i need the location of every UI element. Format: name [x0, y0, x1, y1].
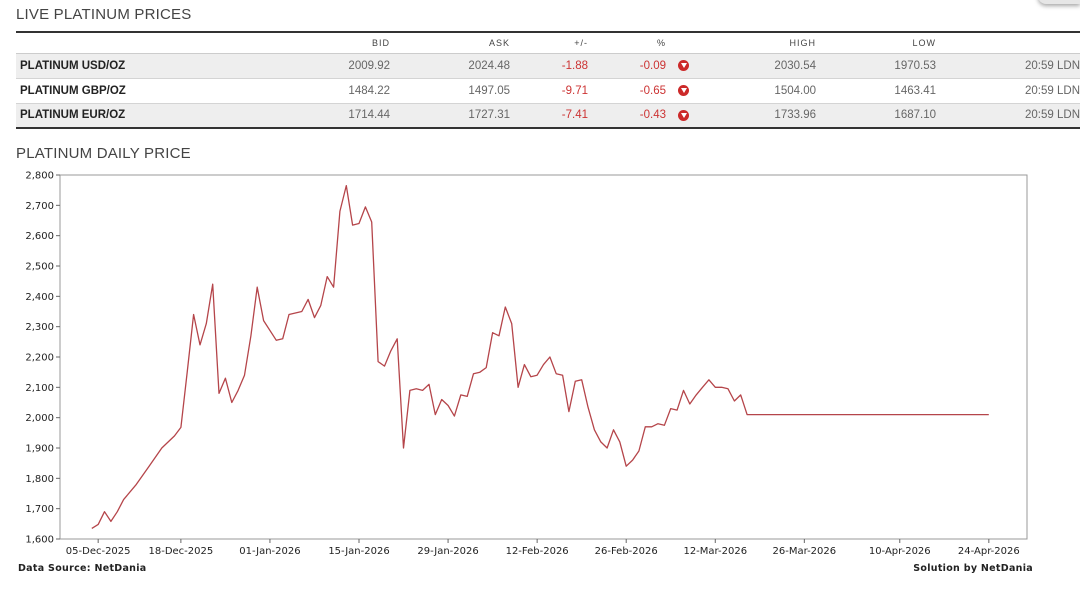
y-tick-label: 1,700	[25, 504, 54, 515]
low-value: 1687.10	[822, 102, 942, 128]
y-tick-label: 2,600	[25, 231, 54, 242]
pct-value: -0.43	[594, 102, 672, 128]
table-row[interactable]: PLATINUM EUR/OZ 1714.44 1727.31 -7.41 -0…	[16, 102, 1080, 128]
high-value: 1733.96	[712, 102, 822, 128]
x-tick-label: 24-Apr-2026	[958, 546, 1020, 557]
y-tick-label: 2,700	[25, 201, 54, 212]
low-value: 1463.41	[822, 77, 942, 103]
table-row[interactable]: PLATINUM GBP/OZ 1484.22 1497.05 -9.71 -0…	[16, 77, 1080, 103]
data-source-label: Data Source: NetDania	[18, 563, 147, 574]
x-tick-label: 26-Mar-2026	[773, 546, 837, 557]
solution-credit-label: Solution by NetDania	[913, 563, 1033, 574]
instrument-name[interactable]: PLATINUM EUR/OZ	[16, 102, 236, 128]
y-tick-label: 2,100	[25, 383, 54, 394]
change-value: -1.88	[516, 52, 594, 78]
ask-value: 1497.05	[396, 77, 516, 103]
y-tick-label: 2,300	[25, 322, 54, 333]
time-value: 20:59 LDN	[942, 52, 1080, 78]
daily-price-title: PLATINUM DAILY PRICE	[16, 145, 191, 162]
y-tick-label: 2,500	[25, 262, 54, 273]
instrument-name[interactable]: PLATINUM USD/OZ	[16, 52, 236, 78]
col-header-high: HIGH	[712, 32, 822, 54]
x-tick-label: 05-Dec-2025	[66, 546, 131, 557]
x-tick-label: 12-Feb-2026	[506, 546, 569, 557]
y-tick-label: 2,200	[25, 353, 54, 364]
col-header-change: +/-	[516, 32, 594, 54]
ask-value: 2024.48	[396, 52, 516, 78]
chart-svg[interactable]: 1,600 1,700 1,800 1,900 2,000 2,100 2,200 2,300…	[0, 165, 1080, 560]
bid-value: 2009.92	[236, 52, 396, 78]
col-header-time	[942, 32, 1080, 54]
bid-value: 1714.44	[236, 102, 396, 128]
down-arrow-icon	[678, 109, 689, 121]
y-tick-label: 1,900	[25, 444, 54, 455]
y-tick-label: 1,800	[25, 474, 54, 485]
instrument-name[interactable]: PLATINUM GBP/OZ	[16, 77, 236, 103]
x-tick-label: 15-Jan-2026	[328, 546, 389, 557]
low-value: 1970.53	[822, 52, 942, 78]
live-prices-title: LIVE PLATINUM PRICES	[16, 6, 192, 23]
top-right-overlay	[1038, 0, 1080, 4]
high-value: 1504.00	[712, 77, 822, 103]
x-tick-label: 26-Feb-2026	[595, 546, 658, 557]
live-prices-table: BID ASK +/- % HIGH LOW PLATINUM USD/OZ 2…	[16, 31, 1080, 129]
col-header-ask: ASK	[396, 32, 516, 54]
daily-price-chart[interactable]: 1,600 1,700 1,800 1,900 2,000 2,100 2,200 2,300…	[0, 165, 1080, 585]
x-tick-label: 10-Apr-2026	[869, 546, 931, 557]
time-value: 20:59 LDN	[942, 102, 1080, 128]
y-tick-label: 1,600	[25, 535, 54, 546]
x-tick-label: 29-Jan-2026	[417, 546, 478, 557]
table-header-row: BID ASK +/- % HIGH LOW	[16, 32, 1080, 54]
y-tick-label: 2,000	[25, 413, 54, 424]
change-value: -9.71	[516, 77, 594, 103]
x-tick-label: 18-Dec-2025	[149, 546, 214, 557]
table-row[interactable]: PLATINUM USD/OZ 2009.92 2024.48 -1.88 -0…	[16, 52, 1080, 78]
y-tick-label: 2,400	[25, 292, 54, 303]
down-arrow-icon	[678, 84, 689, 96]
pct-value: -0.65	[594, 77, 672, 103]
pct-value: -0.09	[594, 52, 672, 78]
x-tick-label: 01-Jan-2026	[239, 546, 300, 557]
col-header-pct: %	[594, 32, 672, 54]
y-tick-label: 2,800	[25, 171, 54, 182]
time-value: 20:59 LDN	[942, 77, 1080, 103]
col-header-bid: BID	[236, 32, 396, 54]
col-header-low: LOW	[822, 32, 942, 54]
col-header-arrow	[672, 32, 712, 54]
ask-value: 1727.31	[396, 102, 516, 128]
col-header-name	[16, 32, 236, 54]
plot-area	[59, 174, 1028, 540]
high-value: 2030.54	[712, 52, 822, 78]
bid-value: 1484.22	[236, 77, 396, 103]
x-tick-label: 12-Mar-2026	[683, 546, 747, 557]
change-value: -7.41	[516, 102, 594, 128]
down-arrow-icon	[678, 59, 689, 71]
